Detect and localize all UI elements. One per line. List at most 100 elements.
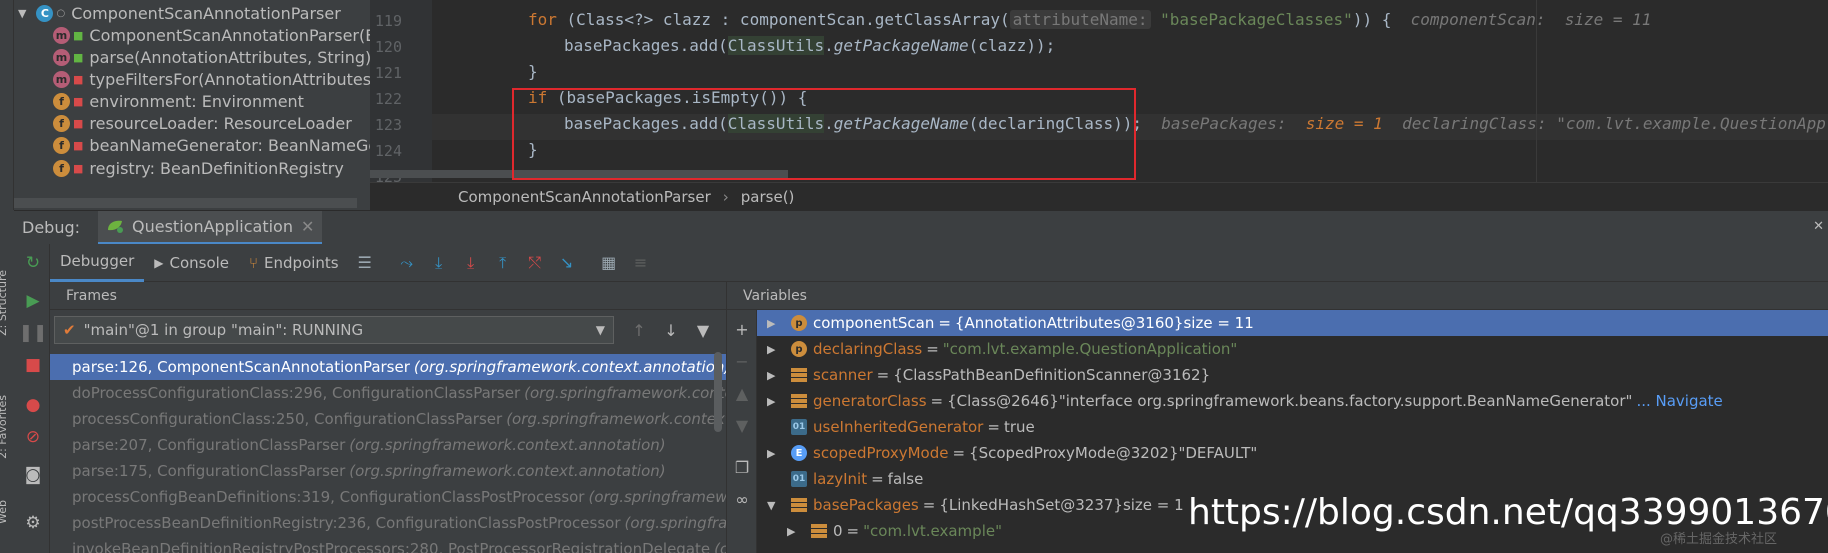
variable-row[interactable]: ▶ scanner = {ClassPathBeanDefinitionScann…: [757, 362, 1828, 388]
variable-type: {ClassPathBeanDefinitionScanner@3162}: [893, 366, 1211, 384]
code-line-121[interactable]: }: [528, 62, 538, 81]
filter-icon[interactable]: ▼: [692, 318, 714, 342]
copy-icon[interactable]: ❐: [731, 456, 753, 478]
variables-side-toolbar: + − ▲ ▼ ❐ ∞: [727, 310, 757, 553]
code-line-119[interactable]: for (Class<?> clazz : componentScan.getC…: [528, 10, 1651, 29]
remove-watch-icon: −: [735, 351, 749, 371]
mute-breakpoints-icon[interactable]: ⊘: [22, 426, 44, 448]
layout-menu-icon[interactable]: ☰: [354, 252, 376, 274]
rerun-icon[interactable]: ↻: [22, 252, 44, 274]
variable-row[interactable]: 01 lazyInit = false: [757, 466, 1828, 492]
show-watches-icon[interactable]: ∞: [731, 488, 753, 510]
expand-icon[interactable]: ▶: [767, 395, 781, 408]
structure-tool-tab[interactable]: Z: Structure: [0, 270, 9, 336]
debug-toolwindow-header: Debug: QuestionApplication ✕ ✕: [14, 210, 1828, 245]
thread-selector[interactable]: ✔ "main"@1 in group "main": RUNNING ▼: [54, 316, 614, 344]
expand-icon[interactable]: ▶: [767, 343, 781, 356]
frame-row[interactable]: invokeBeanDefinitionRegistryPostProcesso…: [50, 536, 726, 553]
string-literal: "basePackageClasses": [1160, 10, 1353, 29]
tab-endpoints[interactable]: ⑂ Endpoints: [239, 244, 349, 282]
method-icon: m: [53, 70, 70, 88]
run-to-cursor-icon[interactable]: ↘: [556, 252, 578, 274]
step-over-icon[interactable]: ⤓: [428, 252, 450, 274]
camera-icon[interactable]: ◙: [22, 464, 44, 486]
horizontal-scrollbar[interactable]: [14, 198, 357, 208]
inline-debug-value: size = 11: [1564, 10, 1652, 29]
drop-frame-icon[interactable]: ⤲: [524, 252, 546, 274]
editor-gutter[interactable]: 119 120 121 122 123 124 125: [370, 0, 432, 182]
frame-method: parse:175, ConfigurationClassParser: [72, 462, 346, 480]
frame-row[interactable]: parse:207, ConfigurationClassParser (org.…: [50, 432, 726, 458]
frame-row[interactable]: processConfigurationClass:250, Configura…: [50, 406, 726, 432]
debug-session-tab[interactable]: QuestionApplication ✕: [98, 210, 323, 245]
variable-row[interactable]: ▶ p componentScan = {AnnotationAttributes…: [757, 310, 1828, 336]
stop-icon[interactable]: ■: [22, 354, 44, 376]
line-number: 119: [374, 12, 402, 30]
expand-icon[interactable]: ▶: [787, 525, 801, 538]
breadcrumb[interactable]: ComponentScanAnnotationParser › parse(): [370, 182, 1828, 210]
collapse-icon[interactable]: ▼: [767, 499, 781, 512]
frame-row[interactable]: parse:126, ComponentScanAnnotationParser…: [50, 354, 726, 380]
settings-gear-icon[interactable]: ⚙: [22, 512, 44, 534]
variable-type: {Class@2646}: [947, 392, 1059, 410]
expand-icon[interactable]: ▶: [767, 447, 781, 460]
spring-boot-run-icon: [108, 220, 124, 233]
navigate-link[interactable]: ... Navigate: [1636, 392, 1722, 410]
variable-type: {ScopedProxyMode@3202}: [969, 444, 1179, 462]
step-out-icon[interactable]: ⤒: [492, 252, 514, 274]
expand-icon[interactable]: ▶: [767, 317, 781, 330]
primitive-icon: 01: [791, 419, 807, 435]
parameter-icon: p: [791, 315, 807, 331]
frame-package: (org.springframework.context.annotation): [349, 436, 666, 454]
resume-icon[interactable]: ▶: [22, 290, 44, 312]
structure-item[interactable]: f ■ registry: BeanDefinitionRegistry: [53, 155, 344, 181]
frame-row[interactable]: doProcessConfigurationClass:296, Configu…: [50, 380, 726, 406]
breadcrumb-class[interactable]: ComponentScanAnnotationParser: [458, 188, 711, 206]
view-breakpoints-icon[interactable]: ●: [22, 394, 44, 416]
code-line-120[interactable]: basePackages.add(ClassUtils.getPackageNa…: [564, 36, 1055, 55]
close-icon[interactable]: ✕: [301, 217, 314, 236]
variable-row[interactable]: 01 useInheritedGenerator = true: [757, 414, 1828, 440]
variable-row[interactable]: ▶ E scopedProxyMode = {ScopedProxyMode@32…: [757, 440, 1828, 466]
variable-value: "DEFAULT": [1178, 444, 1258, 462]
structure-panel: ▼ C ○ ComponentScanAnnotationParser m ■ C…: [0, 0, 370, 210]
collapse-arrow-icon[interactable]: ▼: [18, 7, 26, 20]
variables-header-label: Variables: [743, 287, 807, 304]
evaluate-expression-icon[interactable]: ▦: [598, 252, 620, 274]
expand-icon[interactable]: ▶: [767, 369, 781, 382]
tab-debugger[interactable]: Debugger: [50, 244, 145, 282]
method-icon: m: [53, 26, 70, 44]
right-margin-guide: [1536, 0, 1537, 182]
variable-value: true: [1003, 418, 1035, 436]
web-tool-tab[interactable]: Web: [0, 500, 9, 524]
frame-row[interactable]: processConfigBeanDefinitions:319, Config…: [50, 484, 726, 510]
variable-value: false: [887, 470, 924, 488]
static-method: getPackageName: [833, 36, 969, 55]
frames-scrollbar[interactable]: [714, 352, 722, 432]
variable-row[interactable]: ▶ p declaringClass = "com.lvt.example.Que…: [757, 336, 1828, 362]
frames-header-label: Frames: [66, 287, 117, 304]
move-up-icon: ▲: [735, 383, 749, 403]
step-into-icon[interactable]: ⤓: [460, 252, 482, 274]
variable-name: declaringClass: [813, 340, 923, 358]
close-toolwindow-icon[interactable]: ✕: [1813, 219, 1824, 234]
favorites-tool-tab[interactable]: 2: Favorites: [0, 395, 9, 459]
next-frame-icon[interactable]: ↓: [660, 318, 682, 342]
variable-row[interactable]: ▶ generatorClass = {Class@2646} "interfac…: [757, 388, 1828, 414]
line-number: 123: [374, 116, 402, 134]
add-watch-icon[interactable]: +: [731, 318, 753, 340]
previous-frame-icon: ↑: [632, 320, 646, 340]
tab-console[interactable]: ▶ Console: [144, 244, 239, 282]
frame-row[interactable]: postProcessBeanDefinitionRegistry:236, C…: [50, 510, 726, 536]
parameter-icon: p: [791, 341, 807, 357]
debug-title: Debug:: [22, 218, 81, 237]
breadcrumb-method[interactable]: parse(): [741, 188, 795, 206]
line-number: 120: [374, 38, 402, 56]
inline-debug-value: size = 1: [1305, 114, 1383, 133]
structure-left-strip: [0, 0, 14, 210]
field-icon: [791, 503, 807, 507]
show-execution-point-icon[interactable]: ⤳: [396, 252, 418, 274]
field-icon: [791, 373, 807, 377]
left-tool-strip: Z: Structure 2: Favorites Web: [0, 210, 14, 553]
frame-row[interactable]: parse:175, ConfigurationClassParser (org.…: [50, 458, 726, 484]
